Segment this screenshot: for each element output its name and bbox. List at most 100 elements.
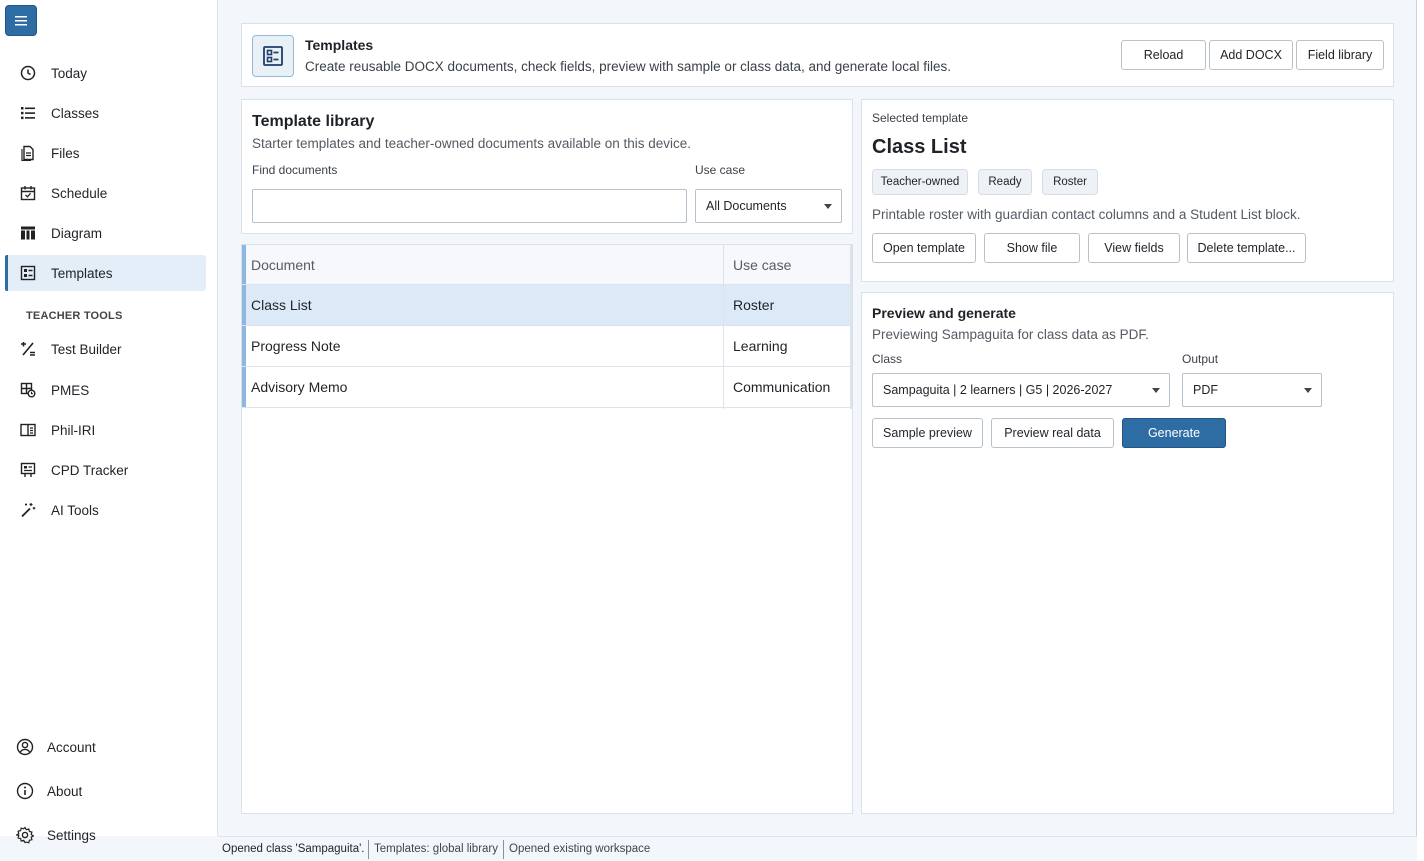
document-table: Document Use case Class List Roster Prog… — [241, 244, 853, 814]
sidebar-item-label: CPD Tracker — [51, 462, 129, 478]
page-title: Templates — [305, 37, 374, 53]
sample-preview-button[interactable]: Sample preview — [872, 418, 983, 448]
sidebar-item-classes[interactable]: Classes — [5, 95, 206, 131]
status-separator — [503, 840, 504, 859]
window-edge — [1417, 0, 1424, 861]
class-select[interactable]: Sampaguita | 2 learners | G5 | 2026-2027 — [872, 373, 1170, 407]
selected-template-panel: Selected template Class List Teacher-own… — [861, 99, 1394, 282]
template-library-title: Template library — [252, 113, 375, 130]
sidebar-item-today[interactable]: Today — [5, 55, 206, 91]
grid-icon — [20, 382, 36, 398]
preview-generate-title: Preview and generate — [872, 305, 1016, 321]
table-row[interactable]: Progress Note Learning — [242, 326, 852, 367]
templates-header-icon — [252, 35, 294, 77]
output-label: Output — [1182, 352, 1219, 366]
sidebar-item-ai-tools[interactable]: AI Tools — [5, 492, 206, 528]
open-template-button[interactable]: Open template — [872, 233, 976, 263]
output-select[interactable]: PDF — [1182, 373, 1322, 407]
document-cell: Class List — [251, 297, 312, 313]
status-bar: Opened class 'Sampaguita'. Templates: gl… — [218, 836, 1417, 861]
tracker-icon — [20, 462, 36, 478]
sidebar-item-settings[interactable]: Settings — [5, 819, 206, 851]
info-icon — [16, 782, 34, 800]
clock-icon — [20, 65, 36, 81]
sidebar-item-label: Files — [51, 145, 80, 161]
column-divider — [723, 245, 724, 409]
column-header-use-case[interactable]: Use case — [733, 245, 791, 285]
chevron-down-icon — [1152, 388, 1160, 393]
status-badge: Roster — [1042, 169, 1098, 195]
sidebar-item-about[interactable]: About — [5, 775, 206, 807]
sidebar-item-label: Test Builder — [51, 341, 122, 357]
preview-generate-panel: Preview and generate Previewing Sampagui… — [861, 292, 1394, 814]
status-badge: Ready — [978, 169, 1032, 195]
calendar-icon — [20, 185, 36, 201]
sidebar-item-label: About — [47, 783, 83, 799]
sidebar-item-label: Today — [51, 65, 88, 81]
percent-icon — [20, 341, 36, 357]
reload-button[interactable]: Reload — [1121, 40, 1206, 70]
use-case-label: Use case — [695, 163, 746, 177]
file-icon — [20, 145, 36, 161]
menu-toggle-button[interactable] — [5, 5, 37, 36]
sidebar: Today Classes Files Schedule Diagram Tem… — [0, 0, 218, 844]
sidebar-item-diagram[interactable]: Diagram — [5, 215, 206, 251]
sidebar-item-label: Classes — [51, 105, 100, 121]
template-icon — [20, 265, 36, 281]
selected-template-title: Class List — [872, 136, 967, 158]
use-case-select[interactable]: All Documents — [695, 189, 842, 223]
row-accent — [242, 367, 246, 407]
class-label: Class — [872, 352, 903, 366]
chevron-down-icon — [1304, 388, 1312, 393]
sidebar-item-files[interactable]: Files — [5, 135, 206, 171]
selected-template-description: Printable roster with guardian contact c… — [872, 207, 1301, 222]
sidebar-item-label: Settings — [47, 827, 96, 843]
table-row[interactable]: Advisory Memo Communication — [242, 367, 852, 408]
delete-template-button[interactable]: Delete template... — [1187, 233, 1306, 263]
find-documents-input[interactable] — [252, 189, 687, 223]
use-case-cell: Roster — [733, 297, 775, 313]
wand-icon — [20, 502, 36, 518]
sidebar-item-cpd-tracker[interactable]: CPD Tracker — [5, 452, 206, 488]
sidebar-item-test-builder[interactable]: Test Builder — [5, 331, 206, 367]
row-accent — [242, 285, 246, 325]
sidebar-item-label: Templates — [51, 265, 113, 281]
sidebar-item-phil-iri[interactable]: Phil-IRI — [5, 412, 206, 448]
template-library-panel: Template library Starter templates and t… — [241, 99, 853, 234]
sidebar-item-label: AI Tools — [51, 502, 99, 518]
document-cell: Advisory Memo — [251, 379, 348, 395]
view-fields-button[interactable]: View fields — [1088, 233, 1180, 263]
sidebar-item-schedule[interactable]: Schedule — [5, 175, 206, 211]
show-file-button[interactable]: Show file — [984, 233, 1080, 263]
generate-button[interactable]: Generate — [1122, 418, 1226, 448]
find-documents-label: Find documents — [252, 163, 338, 177]
field-library-button[interactable]: Field library — [1296, 40, 1384, 70]
sidebar-item-label: Phil-IRI — [51, 422, 96, 438]
use-case-cell: Learning — [733, 338, 788, 354]
preview-real-data-button[interactable]: Preview real data — [991, 418, 1114, 448]
status-message: Opened class 'Sampaguita'. — [222, 843, 365, 855]
row-accent — [242, 326, 246, 366]
sidebar-item-label: Diagram — [51, 225, 103, 241]
table-edge — [850, 245, 852, 409]
table-header: Document Use case — [242, 245, 852, 285]
sidebar-item-account[interactable]: Account — [5, 731, 206, 763]
status-workspace: Opened existing workspace — [509, 843, 651, 855]
chevron-down-icon — [824, 204, 832, 209]
status-templates: Templates: global library — [374, 843, 499, 855]
hamburger-icon — [15, 15, 27, 25]
status-badge: Teacher-owned — [872, 169, 968, 195]
document-cell: Progress Note — [251, 338, 341, 354]
app-window: Today Classes Files Schedule Diagram Tem… — [0, 0, 1417, 861]
table-row[interactable]: Class List Roster — [242, 285, 852, 326]
sidebar-item-templates[interactable]: Templates — [5, 255, 206, 291]
row-accent — [242, 245, 246, 284]
diagram-icon — [20, 225, 36, 241]
list-icon — [20, 105, 36, 121]
add-docx-button[interactable]: Add DOCX — [1209, 40, 1293, 70]
preview-generate-subtitle: Previewing Sampaguita for class data as … — [872, 327, 1149, 342]
column-header-document[interactable]: Document — [251, 245, 315, 285]
sidebar-item-pmes[interactable]: PMES — [5, 372, 206, 408]
gear-icon — [16, 826, 34, 844]
user-icon — [16, 738, 34, 756]
